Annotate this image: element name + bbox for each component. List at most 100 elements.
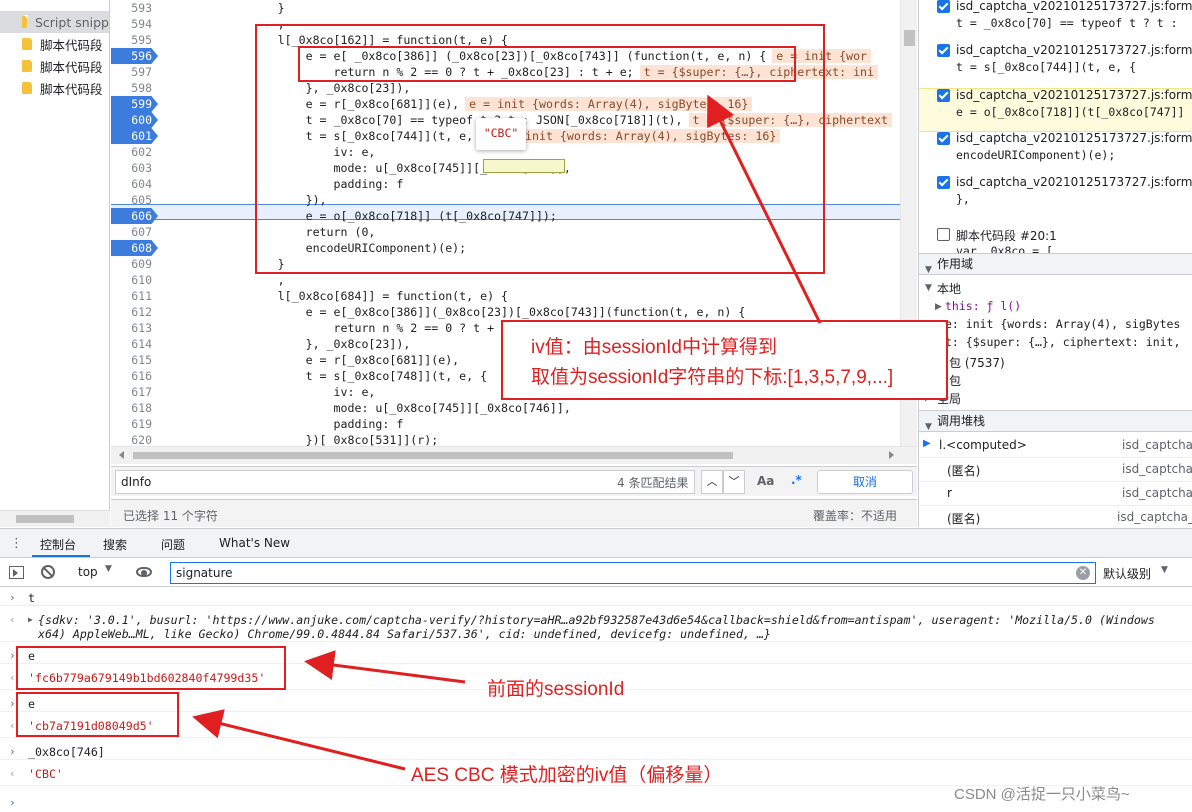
nav-item-snippet[interactable]: 脚本代码段: [0, 55, 109, 77]
line-number[interactable]: 607: [111, 224, 158, 240]
line-number[interactable]: 595: [111, 32, 158, 48]
scope-section-header[interactable]: ▼ 作用域: [919, 253, 1192, 275]
regex-button[interactable]: .*: [791, 473, 802, 487]
nav-horizontal-scrollbar[interactable]: [0, 510, 110, 527]
breakpoint-checkbox[interactable]: [937, 132, 950, 145]
line-number[interactable]: 619: [111, 416, 158, 432]
console-result[interactable]: ‹ {sdkv: '3.0.1', busurl: 'https://www.an…: [0, 612, 1192, 642]
breakpoint-item[interactable]: isd_captcha_v20210125173727.js:formatte e…: [919, 131, 1192, 176]
line-number[interactable]: 596: [111, 48, 158, 64]
line-number[interactable]: 598: [111, 80, 158, 96]
result-arrow-icon: ‹: [9, 767, 16, 780]
line-number[interactable]: 594: [111, 16, 158, 32]
result-arrow-icon: ‹: [9, 671, 16, 684]
sidebar-toggle-icon[interactable]: [9, 566, 24, 579]
line-number[interactable]: 608: [111, 240, 158, 256]
expand-icon[interactable]: ▶: [28, 615, 33, 624]
line-number[interactable]: 603: [111, 160, 158, 176]
line-number[interactable]: 593: [111, 0, 158, 16]
scope-t[interactable]: t: {$super: {…}, ciphertext: init,: [945, 335, 1180, 349]
line-number[interactable]: 602: [111, 144, 158, 160]
breakpoint-checkbox[interactable]: [937, 176, 950, 189]
log-level-dropdown[interactable]: 默认级别: [1103, 565, 1151, 582]
line-number[interactable]: 613: [111, 320, 158, 336]
code-horizontal-scrollbar[interactable]: [111, 446, 917, 464]
breakpoint-file: 脚本代码段 #20:1: [956, 229, 1057, 243]
callstack-frame[interactable]: (匿名) isd_captcha_: [919, 458, 1192, 482]
current-frame-icon: ▶: [923, 438, 931, 449]
tab-whats-new[interactable]: What's New: [219, 536, 290, 550]
file-icon: [22, 15, 28, 28]
breakpoint-item[interactable]: isd_captcha_v20210125173727.js:formatte t…: [919, 43, 1192, 88]
line-number[interactable]: 611: [111, 288, 158, 304]
line-number[interactable]: 616: [111, 368, 158, 384]
line-number[interactable]: 604: [111, 176, 158, 192]
breakpoint-code: },: [956, 192, 970, 206]
line-number[interactable]: 618: [111, 400, 158, 416]
callstack-frame[interactable]: ▶ l.<computed> isd_captcha_: [919, 434, 1192, 458]
line-number[interactable]: 620: [111, 432, 158, 446]
highlight-box: [16, 646, 286, 690]
highlight-box: [298, 46, 796, 82]
chevron-up-icon[interactable]: ︿: [701, 470, 723, 494]
callstack-frame[interactable]: r isd_captcha_: [919, 482, 1192, 506]
chevron-down-icon[interactable]: ﹀: [723, 470, 745, 494]
tab-search[interactable]: 搜索: [103, 536, 127, 553]
scope-local[interactable]: 本地: [937, 280, 961, 297]
breakpoint-checkbox[interactable]: [937, 228, 950, 241]
line-number[interactable]: 599: [111, 96, 158, 112]
source-search-bar: dInfo 4 条匹配结果 ︿ ﹀ Aa .* 取消: [111, 466, 917, 496]
breakpoint-item[interactable]: isd_captcha_v20210125173727.js:formatte}…: [919, 175, 1192, 220]
callstack-section-header[interactable]: ▼ 调用堆栈: [919, 410, 1192, 432]
breakpoint-item[interactable]: isd_captcha_v20210125173727.js:formatte t…: [919, 0, 1192, 44]
input-prompt-icon: ›: [9, 591, 16, 604]
console-text: 'CBC': [28, 767, 63, 781]
selection-status: 已选择 11 个字符: [123, 509, 218, 523]
line-number[interactable]: 609: [111, 256, 158, 272]
scope-e[interactable]: e: init {words: Array(4), sigBytes: [945, 317, 1180, 331]
console-input[interactable]: › t: [0, 590, 1192, 606]
line-number[interactable]: 597: [111, 64, 158, 80]
console-filter-input[interactable]: signature: [170, 562, 1096, 584]
breakpoint-item[interactable]: isd_captcha_v20210125173727.js:formatte e…: [919, 88, 1192, 132]
search-input[interactable]: dInfo: [115, 470, 695, 494]
frame-file: isd_captcha_: [1122, 486, 1192, 500]
line-number[interactable]: 600: [111, 112, 158, 128]
scope-this[interactable]: this: ƒ l(): [945, 299, 1021, 313]
line-number[interactable]: 612: [111, 304, 158, 320]
cancel-button[interactable]: 取消: [817, 470, 913, 494]
clear-filter-icon[interactable]: ✕: [1076, 566, 1090, 580]
nav-item-snippet[interactable]: 脚本代码段: [0, 77, 109, 99]
console-prompt-icon[interactable]: ›: [9, 796, 16, 809]
breakpoint-code: t = _0x8co[70] == typeof t ? t :: [956, 16, 1178, 30]
breakpoint-code: encodeURIComponent)(e);: [956, 148, 1116, 162]
line-number[interactable]: 615: [111, 352, 158, 368]
code-line: ,: [166, 273, 285, 287]
console-input[interactable]: › _0x8co[746]: [0, 744, 1192, 760]
callstack-frame[interactable]: (匿名) isd_captcha_v: [919, 506, 1192, 527]
line-number[interactable]: 617: [111, 384, 158, 400]
breakpoint-code: t = s[_0x8co[744]](t, e, {: [956, 60, 1137, 74]
aes-note: AES CBC 模式加密的iv值（偏移量）: [411, 765, 723, 786]
line-number[interactable]: 614: [111, 336, 158, 352]
line-number[interactable]: 610: [111, 272, 158, 288]
input-prompt-icon: ›: [9, 649, 16, 662]
tab-console[interactable]: 控制台: [40, 536, 76, 553]
clear-console-icon[interactable]: [41, 565, 55, 579]
line-number[interactable]: 601: [111, 128, 158, 144]
context-selector[interactable]: top: [78, 565, 98, 579]
tab-issues[interactable]: 问题: [161, 536, 185, 553]
breakpoint-checkbox[interactable]: [937, 0, 950, 13]
line-number[interactable]: 606: [111, 208, 158, 224]
console-text: t: [28, 591, 35, 605]
nav-item-snippet[interactable]: 脚本代码段: [0, 33, 109, 55]
nav-item-script-snippets[interactable]: Script snipp: [0, 11, 109, 33]
breakpoint-checkbox[interactable]: [937, 44, 950, 57]
input-prompt-icon: ›: [9, 745, 16, 758]
line-number[interactable]: 605: [111, 192, 158, 208]
breakpoint-checkbox[interactable]: [937, 89, 950, 102]
chevron-down-icon: ▼: [1161, 565, 1168, 575]
match-case-button[interactable]: Aa: [757, 474, 774, 488]
more-tabs-icon[interactable]: ⋮: [10, 536, 23, 551]
eye-icon[interactable]: [136, 567, 152, 577]
